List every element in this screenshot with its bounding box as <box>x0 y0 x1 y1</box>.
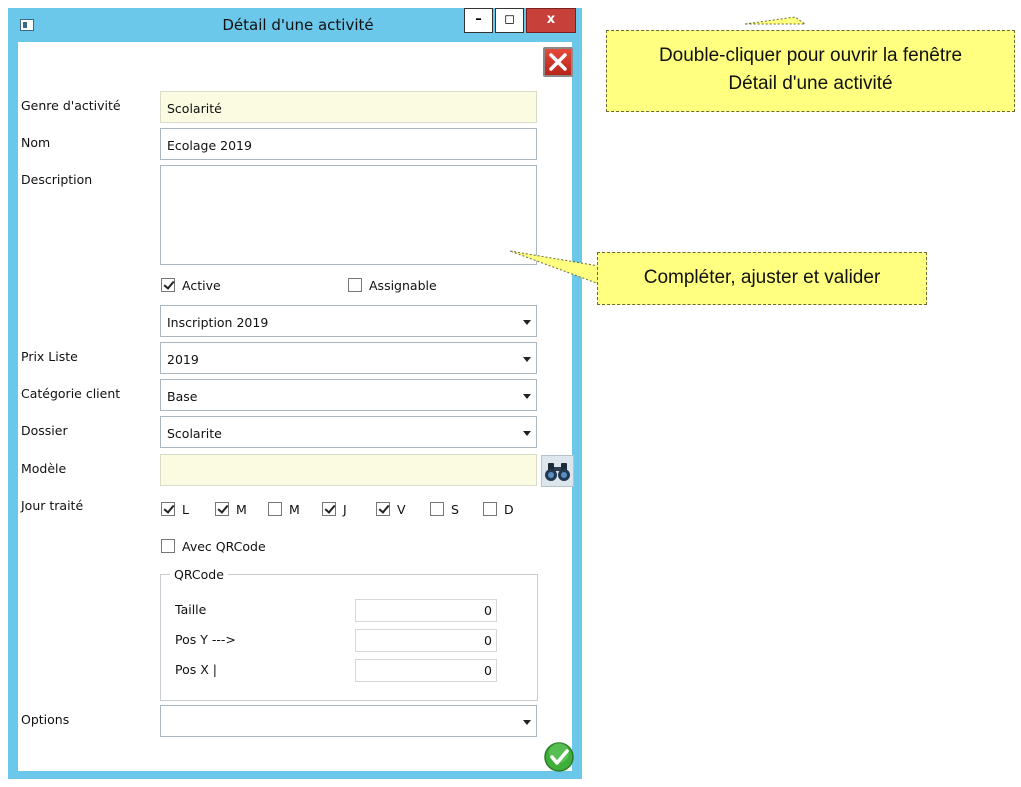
callout-middle-text: Compléter, ajuster et valider <box>643 267 881 288</box>
double-click-callout: Double-cliquer pour ouvrir la fenêtre Dé… <box>606 30 1015 112</box>
callout-pointers <box>509 16 807 285</box>
complete-validate-callout: Compléter, ajuster et valider <box>597 252 927 305</box>
top-callout-pointer <box>744 16 807 25</box>
callout-top-line1: Double-cliquer pour ouvrir la fenêtre <box>658 45 963 66</box>
middle-callout-pointer <box>509 250 600 285</box>
callout-top-line2: Détail d'une activité <box>728 73 893 94</box>
